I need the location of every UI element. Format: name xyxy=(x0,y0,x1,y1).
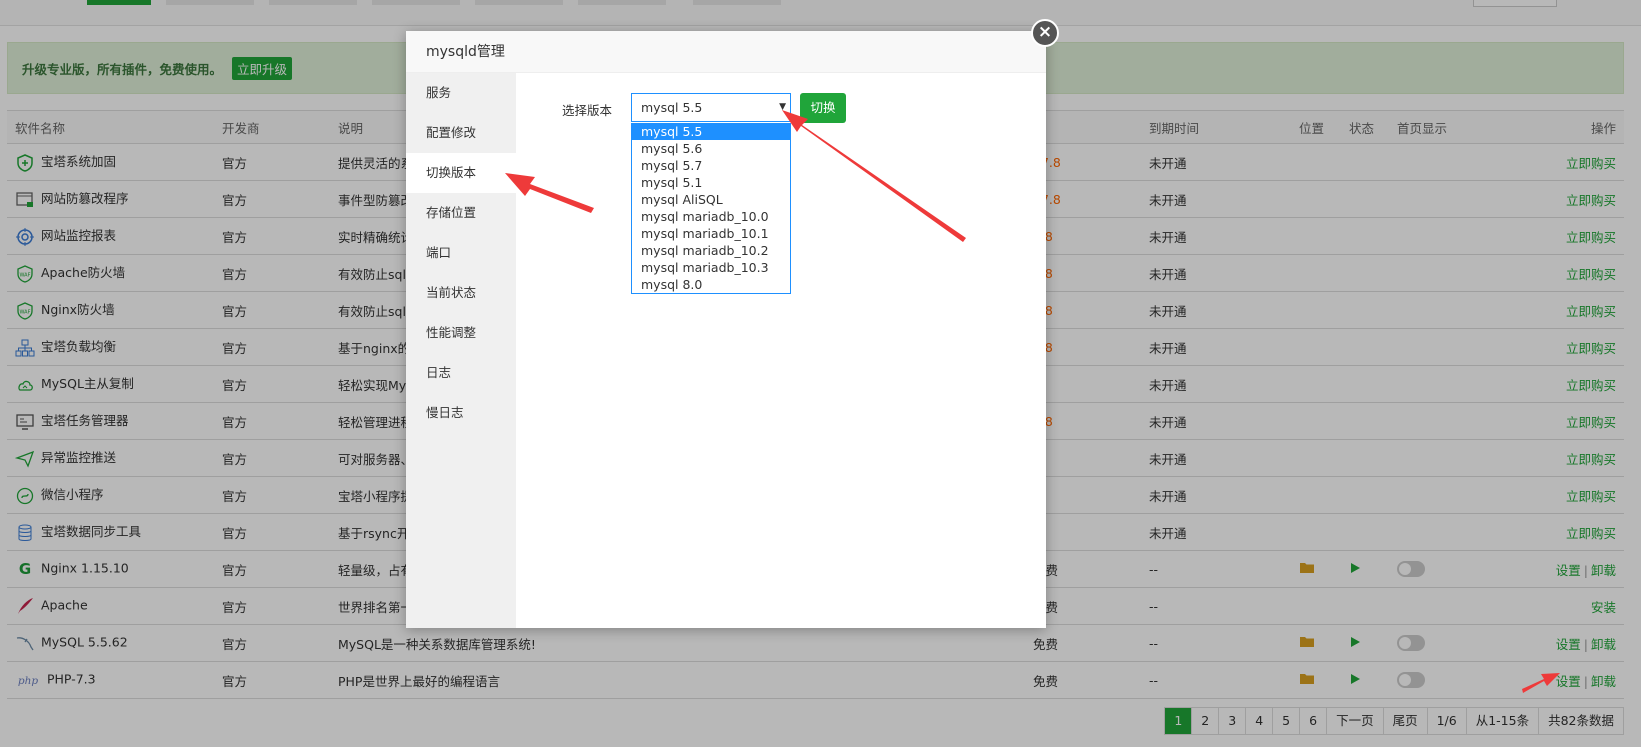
mysqld-dialog: mysqld管理 服务 配置修改 切换版本 存储位置 端口 当前状态 性能调整 日志 慢日志 选… xyxy=(406,31,1046,628)
version-options-list: mysql 5.5 mysql 5.6 mysql 5.7 mysql 5.1 mysq… xyxy=(631,123,791,294)
dialog-sidebar: 服务 配置修改 切换版本 存储位置 端口 当前状态 性能调整 日志 慢日志 xyxy=(406,73,516,628)
dialog-menu-item[interactable]: 当前状态 xyxy=(406,273,516,313)
dialog-title: mysqld管理 xyxy=(406,31,1046,73)
version-select-value: mysql 5.5 xyxy=(641,100,703,115)
close-icon[interactable]: × xyxy=(1031,19,1059,47)
version-option[interactable]: mysql 5.6 xyxy=(632,140,790,157)
version-option[interactable]: mysql mariadb_10.0 xyxy=(632,208,790,225)
chevron-down-icon: ▼ xyxy=(779,102,786,112)
dialog-menu-item[interactable]: 服务 xyxy=(406,73,516,113)
version-option[interactable]: mysql AliSQL xyxy=(632,191,790,208)
version-option[interactable]: mysql mariadb_10.1 xyxy=(632,225,790,242)
dialog-menu-item[interactable]: 性能调整 xyxy=(406,313,516,353)
dialog-menu-item[interactable]: 日志 xyxy=(406,353,516,393)
dialog-main: 选择版本 mysql 5.5 ▼ 切换 mysql 5.5 mysql 5.6 my… xyxy=(516,73,1046,628)
version-option[interactable]: mysql mariadb_10.3 xyxy=(632,259,790,276)
dialog-menu-item[interactable]: 慢日志 xyxy=(406,393,516,433)
version-label: 选择版本 xyxy=(562,103,613,118)
switch-version-button[interactable]: 切换 xyxy=(800,93,846,123)
dialog-menu-item[interactable]: 切换版本 xyxy=(406,153,516,193)
version-option[interactable]: mysql mariadb_10.2 xyxy=(632,242,790,259)
version-option[interactable]: mysql 8.0 xyxy=(632,276,790,293)
version-option[interactable]: mysql 5.1 xyxy=(632,174,790,191)
dialog-menu-item[interactable]: 端口 xyxy=(406,233,516,273)
version-option[interactable]: mysql 5.5 xyxy=(632,123,790,140)
dialog-menu-item[interactable]: 配置修改 xyxy=(406,113,516,153)
dialog-menu-item[interactable]: 存储位置 xyxy=(406,193,516,233)
version-option[interactable]: mysql 5.7 xyxy=(632,157,790,174)
version-select[interactable]: mysql 5.5 ▼ xyxy=(631,93,791,122)
